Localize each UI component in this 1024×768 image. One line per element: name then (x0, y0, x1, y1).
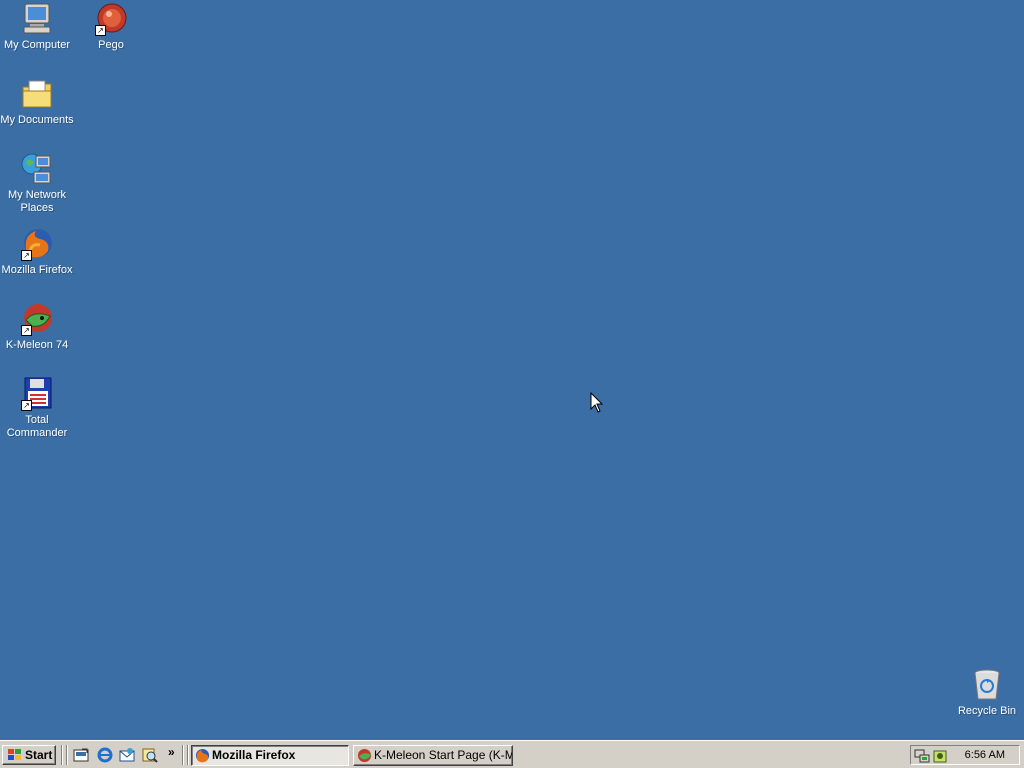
desktop-icon-recycle-bin[interactable]: Recycle Bin (950, 668, 1024, 718)
internet-explorer-icon[interactable] (97, 747, 113, 763)
taskbar: Start » Mozilla Firefox K-Meleon Start P… (0, 740, 1024, 768)
start-button[interactable]: Start (2, 745, 56, 765)
task-button-mozilla-firefox[interactable]: Mozilla Firefox (191, 745, 349, 766)
tray-app-icon[interactable] (932, 748, 948, 764)
desktop-icon-mozilla-firefox[interactable]: ↗ Mozilla Firefox (0, 227, 74, 277)
desktop-icon-my-documents[interactable]: My Documents (0, 77, 74, 127)
desktop-icon-my-computer[interactable]: My Computer (0, 2, 74, 52)
shortcut-arrow-icon: ↗ (21, 400, 32, 411)
network-places-icon (20, 152, 54, 186)
mouse-cursor (590, 391, 604, 417)
search-icon[interactable] (142, 747, 158, 763)
k-meleon-icon (357, 748, 372, 765)
taskbar-separator (66, 745, 68, 765)
windows-logo-icon (7, 748, 23, 767)
shortcut-arrow-icon: ↗ (95, 25, 106, 36)
start-label: Start (25, 748, 53, 762)
recycle-bin-icon (970, 668, 1004, 702)
taskbar-separator (187, 745, 189, 765)
shortcut-arrow-icon: ↗ (21, 250, 32, 261)
k-meleon-icon: ↗ (20, 302, 54, 336)
clock[interactable]: 6:56 AM (965, 749, 1005, 761)
desktop-icon-my-network-places[interactable]: My Network Places (0, 152, 74, 215)
task-label: K-Meleon Start Page (K-M... (374, 748, 513, 762)
taskbar-separator (61, 745, 63, 765)
my-documents-icon (20, 77, 54, 111)
system-tray: 6:56 AM (910, 745, 1020, 765)
shortcut-arrow-icon: ↗ (21, 325, 32, 336)
total-commander-icon: ↗ (20, 377, 54, 411)
my-computer-icon (20, 2, 54, 36)
task-button-k-meleon[interactable]: K-Meleon Start Page (K-M... (353, 745, 513, 766)
desktop-icon-total-commander[interactable]: ↗ Total Commander (0, 377, 74, 440)
network-status-icon[interactable] (914, 748, 930, 764)
show-desktop-icon[interactable] (73, 747, 89, 763)
pego-icon: ↗ (94, 2, 128, 36)
task-label: Mozilla Firefox (212, 748, 296, 762)
firefox-icon (195, 748, 210, 765)
desktop-icon-k-meleon[interactable]: ↗ K-Meleon 74 (0, 302, 74, 352)
desktop-icon-pego[interactable]: ↗ Pego (74, 2, 148, 52)
taskbar-separator (182, 745, 184, 765)
desktop[interactable]: My Computer ↗ Pego My Documents My Netwo… (0, 0, 1024, 740)
outlook-express-icon[interactable] (119, 747, 135, 763)
firefox-icon: ↗ (20, 227, 54, 261)
quick-launch-more-button[interactable]: » (168, 745, 175, 759)
